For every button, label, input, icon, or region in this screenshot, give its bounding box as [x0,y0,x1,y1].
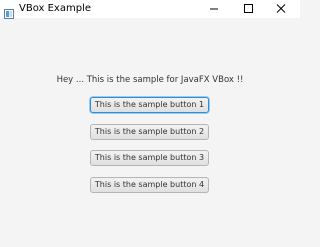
sample-button-4[interactable]: This is the sample button 4 [90,177,209,193]
window-title: VBox Example [19,3,91,14]
minimize-button[interactable] [199,0,229,18]
minimize-icon [210,8,218,10]
close-icon [276,4,286,13]
maximize-button[interactable] [233,0,263,18]
sample-button-3[interactable]: This is the sample button 3 [90,150,209,166]
app-window: VBox Example Hey ... This is the sample … [0,0,300,247]
sample-button-1[interactable]: This is the sample button 1 [90,97,209,113]
sample-button-2[interactable]: This is the sample button 2 [90,124,209,140]
java-app-icon [4,4,14,19]
maximize-icon [244,4,253,13]
title-bar[interactable]: VBox Example [0,0,300,19]
close-button[interactable] [266,0,296,18]
heading-label: Hey ... This is the sample for JavaFX VB… [56,75,244,85]
vbox-container: Hey ... This is the sample for JavaFX VB… [0,18,300,247]
